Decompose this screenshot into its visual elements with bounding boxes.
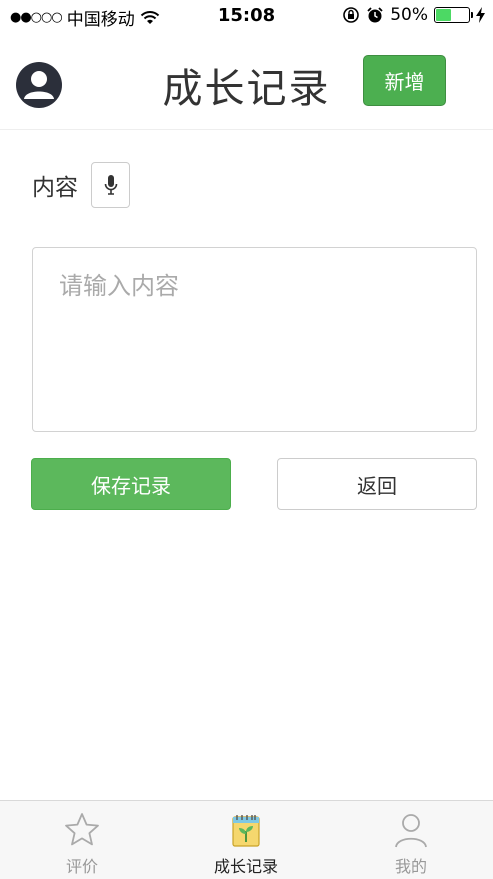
microphone-icon <box>104 175 117 195</box>
voice-input-button[interactable] <box>91 162 130 208</box>
tab-mine-label: 我的 <box>394 857 427 876</box>
person-icon <box>395 814 427 848</box>
tab-evaluation[interactable]: 评价 <box>0 801 164 879</box>
battery-icon <box>434 7 473 23</box>
back-button[interactable]: 返回 <box>277 458 477 510</box>
content-label: 内容 <box>32 175 78 201</box>
star-icon <box>65 813 99 846</box>
tab-evaluation-label: 评价 <box>65 857 98 876</box>
battery-percent: 50% <box>390 5 428 25</box>
notebook-sprout-icon <box>232 815 260 847</box>
alarm-icon <box>367 7 383 23</box>
save-record-button[interactable]: 保存记录 <box>31 458 231 510</box>
screen: ●●○○○ 中国移动 15:08 50% 成长记录 新增 内容 请输入内容 保存… <box>0 0 493 879</box>
battery-fill <box>436 9 451 21</box>
tab-growth-record[interactable]: 成长记录 <box>164 801 328 879</box>
header: 成长记录 新增 <box>0 34 493 130</box>
status-bar: ●●○○○ 中国移动 15:08 50% <box>0 0 493 34</box>
rotation-lock-icon <box>343 7 360 23</box>
content-textarea[interactable] <box>32 247 477 432</box>
tab-growth-record-label: 成长记录 <box>213 857 278 876</box>
tab-bar: 评价 成长记录 我的 <box>0 800 493 879</box>
add-button[interactable]: 新增 <box>363 55 446 106</box>
charging-bolt-icon <box>476 7 485 23</box>
tab-mine[interactable]: 我的 <box>329 801 493 879</box>
status-right: 50% <box>342 5 485 25</box>
